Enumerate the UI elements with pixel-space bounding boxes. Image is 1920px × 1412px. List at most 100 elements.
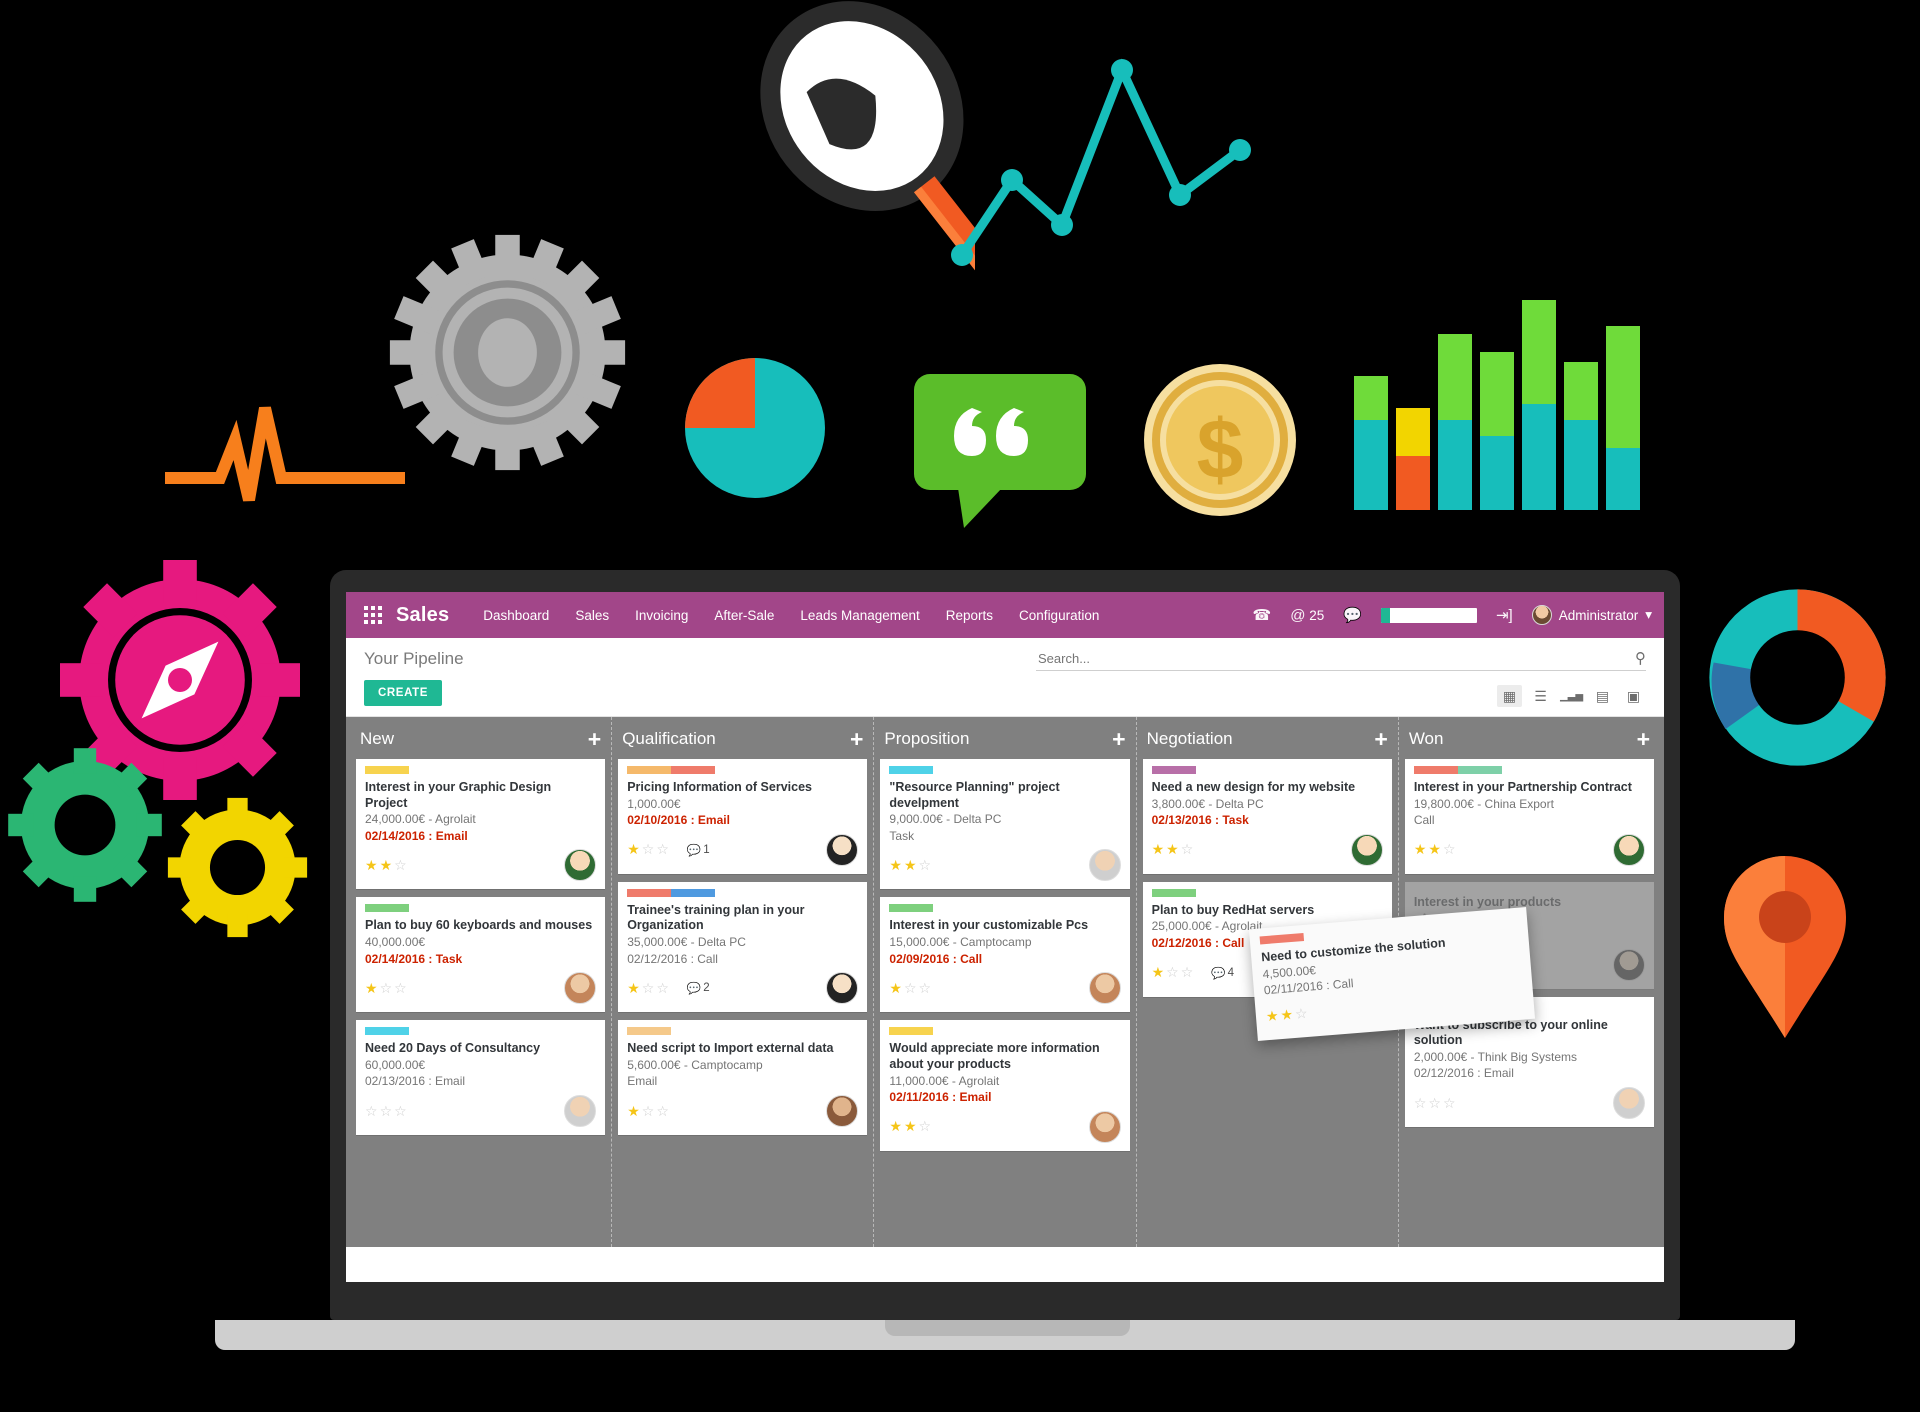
star-icon[interactable]: ☆ xyxy=(642,841,657,857)
menu-item-sales[interactable]: Sales xyxy=(575,608,609,623)
card-priority-stars[interactable]: ★★☆ xyxy=(1152,841,1196,858)
card-priority-stars[interactable]: ★☆☆ xyxy=(889,980,933,997)
star-icon[interactable]: ☆ xyxy=(642,1103,657,1119)
add-card-button[interactable]: + xyxy=(850,727,863,750)
menu-item-dashboard[interactable]: Dashboard xyxy=(483,608,549,623)
star-icon[interactable]: ★ xyxy=(1152,841,1167,857)
star-icon[interactable]: ☆ xyxy=(1294,1005,1310,1022)
kanban-card[interactable]: Need script to Import external data 5,600… xyxy=(618,1020,868,1136)
view-pivot-button[interactable]: ▤ xyxy=(1590,685,1615,707)
star-icon[interactable]: ★ xyxy=(889,980,904,996)
menu-item-invoicing[interactable]: Invoicing xyxy=(635,608,688,623)
star-icon[interactable]: ★ xyxy=(904,857,919,873)
kanban-card[interactable]: Interest in your Graphic Design Project 2… xyxy=(356,759,606,890)
kanban-card[interactable]: Pricing Information of Services 1,000.00€… xyxy=(618,759,868,874)
star-icon[interactable]: ☆ xyxy=(1414,1095,1429,1111)
star-icon[interactable]: ☆ xyxy=(394,1103,409,1119)
star-icon[interactable]: ★ xyxy=(889,1118,904,1134)
card-priority-stars[interactable]: ★★☆ xyxy=(365,857,409,874)
kanban-card[interactable]: Interest in your Partnership Contract 19,… xyxy=(1404,759,1655,874)
view-list-button[interactable]: ☰ xyxy=(1528,685,1553,707)
star-icon[interactable]: ☆ xyxy=(919,980,934,996)
mentions-indicator[interactable]: @ 25 xyxy=(1290,608,1324,623)
search-bar[interactable]: ⚲ xyxy=(1036,649,1646,671)
kanban-card[interactable]: Need a new design for my website 3,800.00… xyxy=(1142,759,1392,874)
star-icon[interactable]: ☆ xyxy=(1428,1095,1443,1111)
star-icon[interactable]: ★ xyxy=(889,857,904,873)
sign-in-icon[interactable]: ⇥] xyxy=(1496,608,1513,623)
card-priority-stars[interactable]: ★☆☆ xyxy=(365,980,409,997)
kanban-card[interactable]: Need 20 Days of Consultancy 60,000.00€ 02/… xyxy=(356,1020,606,1136)
card-priority-stars[interactable]: ☆☆☆ xyxy=(1414,1095,1458,1112)
user-menu[interactable]: Administrator ▾ xyxy=(1531,605,1652,625)
card-priority-stars[interactable]: ★☆☆ xyxy=(1152,964,1196,981)
star-icon[interactable]: ★ xyxy=(365,980,380,996)
create-button[interactable]: CREATE xyxy=(364,680,443,706)
star-icon[interactable]: ★ xyxy=(1152,964,1167,980)
star-icon[interactable]: ★ xyxy=(627,1103,642,1119)
menu-item-after-sale[interactable]: After-Sale xyxy=(714,608,774,623)
star-icon[interactable]: ☆ xyxy=(919,857,934,873)
card-priority-stars[interactable]: ★★☆ xyxy=(889,857,933,874)
card-priority-stars[interactable]: ★★☆ xyxy=(889,1118,933,1135)
star-icon[interactable]: ☆ xyxy=(380,980,395,996)
kanban-card[interactable]: Would appreciate more information about … xyxy=(880,1020,1130,1151)
star-icon[interactable]: ★ xyxy=(1166,841,1181,857)
star-icon[interactable]: ☆ xyxy=(1166,964,1181,980)
star-icon[interactable]: ★ xyxy=(1280,1006,1296,1023)
add-card-button[interactable]: + xyxy=(588,727,601,750)
search-icon[interactable]: ⚲ xyxy=(1635,649,1646,667)
star-icon[interactable]: ★ xyxy=(904,1118,919,1134)
star-icon[interactable]: ☆ xyxy=(1181,964,1196,980)
view-calendar-button[interactable]: ▣ xyxy=(1621,685,1646,707)
star-icon[interactable]: ☆ xyxy=(1443,841,1458,857)
star-icon[interactable]: ☆ xyxy=(380,1103,395,1119)
star-icon[interactable]: ★ xyxy=(627,841,642,857)
kanban-card[interactable]: "Resource Planning" project develpment 9,… xyxy=(880,759,1130,890)
star-icon[interactable]: ★ xyxy=(627,980,642,996)
kanban-card[interactable]: Trainee's training plan in your Organiza… xyxy=(618,881,868,1013)
card-priority-stars[interactable]: ★☆☆ xyxy=(627,841,671,858)
kanban-card[interactable]: Plan to buy 60 keyboards and mouses 40,00… xyxy=(356,897,606,1013)
star-icon[interactable]: ★ xyxy=(365,857,380,873)
star-icon[interactable]: ☆ xyxy=(394,857,409,873)
menu-item-leads-management[interactable]: Leads Management xyxy=(800,608,919,623)
card-priority-stars[interactable]: ★★☆ xyxy=(1414,841,1458,858)
card-priority-stars[interactable]: ☆☆☆ xyxy=(365,1103,409,1120)
star-icon[interactable]: ☆ xyxy=(904,980,919,996)
view-graph-button[interactable]: ▁▃▅ xyxy=(1559,685,1584,707)
star-icon[interactable]: ☆ xyxy=(656,1103,671,1119)
star-icon[interactable]: ★ xyxy=(1414,841,1429,857)
star-icon[interactable]: ☆ xyxy=(656,841,671,857)
menu-item-reports[interactable]: Reports xyxy=(946,608,993,623)
chat-bubble-icon: 💬 xyxy=(686,844,702,857)
card-message-count: 💬 1 xyxy=(686,843,710,857)
star-icon[interactable]: ★ xyxy=(1428,841,1443,857)
control-panel: Your Pipeline CREATE ⚲ ▦ ☰ ▁▃▅ ▤ ▣ xyxy=(346,638,1664,717)
star-icon[interactable]: ☆ xyxy=(1181,841,1196,857)
card-priority-stars[interactable]: ★★☆ xyxy=(1265,1005,1310,1025)
kanban-card[interactable]: Interest in your customizable Pcs 15,000.… xyxy=(880,897,1130,1013)
menu-item-configuration[interactable]: Configuration xyxy=(1019,608,1099,623)
add-card-button[interactable]: + xyxy=(1374,727,1387,750)
view-kanban-button[interactable]: ▦ xyxy=(1497,685,1522,707)
star-icon[interactable]: ☆ xyxy=(656,980,671,996)
chat-bubble-icon[interactable]: 💬 xyxy=(1343,608,1362,623)
star-icon[interactable]: ★ xyxy=(380,857,395,873)
star-icon[interactable]: ☆ xyxy=(365,1103,380,1119)
star-icon[interactable]: ☆ xyxy=(394,980,409,996)
apps-grid-icon[interactable] xyxy=(364,606,382,624)
star-icon[interactable]: ☆ xyxy=(919,1118,934,1134)
dragged-kanban-card[interactable]: Need to customize the solution 4,500.00€ 0… xyxy=(1248,907,1536,1041)
app-brand[interactable]: Sales xyxy=(396,604,449,627)
card-priority-stars[interactable]: ★☆☆ xyxy=(627,1103,671,1120)
progress-bar[interactable] xyxy=(1380,607,1477,623)
star-icon[interactable]: ☆ xyxy=(642,980,657,996)
star-icon[interactable]: ☆ xyxy=(1443,1095,1458,1111)
search-input[interactable] xyxy=(1036,650,1635,667)
add-card-button[interactable]: + xyxy=(1112,727,1125,750)
add-card-button[interactable]: + xyxy=(1637,727,1650,750)
phone-icon[interactable]: ☎ xyxy=(1253,608,1272,623)
card-priority-stars[interactable]: ★☆☆ xyxy=(627,980,671,997)
star-icon[interactable]: ★ xyxy=(1265,1007,1281,1024)
